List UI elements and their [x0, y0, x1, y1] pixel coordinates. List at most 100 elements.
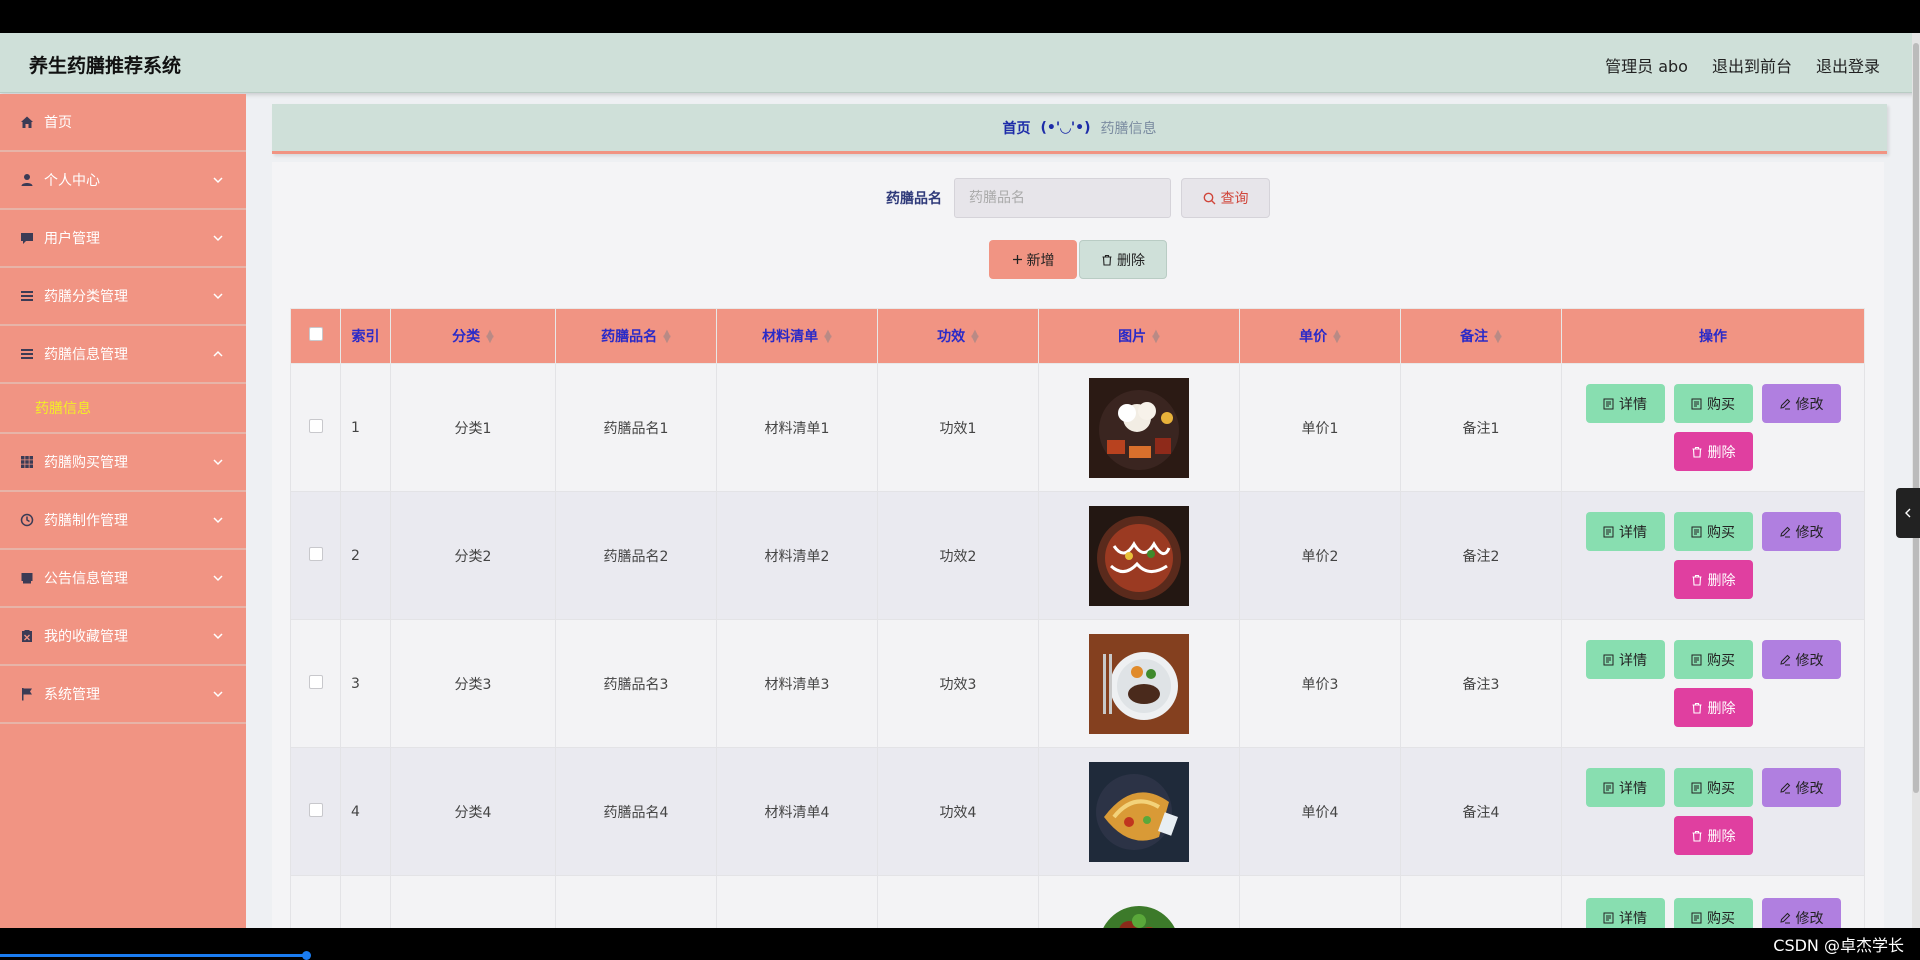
page-scrollbar[interactable] — [1912, 33, 1920, 928]
column-header-effect[interactable]: 功效 ▲ ▼ — [877, 308, 1039, 364]
video-progress-handle[interactable] — [302, 951, 311, 960]
add-button[interactable]: 新增 — [989, 240, 1077, 279]
column-header-label: 分类 — [452, 329, 481, 345]
sidebar-item-production-management[interactable]: 药膳制作管理 — [0, 492, 246, 550]
sidebar-subitem-info[interactable]: 药膳信息 — [0, 384, 246, 434]
food-image[interactable] — [1089, 886, 1189, 928]
remove-button[interactable]: 删除 — [1673, 688, 1753, 727]
sidebar-item-home[interactable]: 首页 — [0, 94, 246, 152]
pencil-icon — [1779, 782, 1790, 793]
sort-icon[interactable]: ▲ ▼ — [663, 329, 671, 345]
sidebar-item-label: 药膳购买管理 — [44, 455, 128, 471]
sort-icon[interactable]: ▲ ▼ — [824, 329, 832, 345]
sort-icon[interactable]: ▲ ▼ — [486, 329, 494, 345]
sidebar-item-system-management[interactable]: 系统管理 — [0, 666, 246, 724]
detail-button-label: 详情 — [1619, 780, 1647, 797]
sort-icon[interactable]: ▲ ▼ — [1152, 329, 1160, 345]
list-icon — [19, 288, 35, 304]
batch-delete-button[interactable]: 删除 — [1079, 240, 1167, 279]
content-panel: 药膳品名 查询 新增 删除 — [272, 162, 1884, 928]
search-label: 药膳品名 — [886, 191, 942, 207]
row-actions: 详情 购买 修改 删除 — [1578, 384, 1848, 471]
detail-button[interactable]: 详情 — [1585, 640, 1665, 679]
column-header-materials[interactable]: 材料清单 ▲ ▼ — [716, 308, 878, 364]
edit-button[interactable]: 修改 — [1761, 384, 1841, 423]
sidebar-item-info-management[interactable]: 药膳信息管理 — [0, 326, 246, 384]
back-to-front-link[interactable]: 退出到前台 — [1712, 53, 1792, 77]
scrollbar-thumb[interactable] — [1913, 43, 1919, 793]
document-icon — [1691, 912, 1702, 923]
food-image[interactable] — [1089, 377, 1189, 478]
buy-button[interactable]: 购买 — [1673, 898, 1753, 928]
row-checkbox[interactable] — [308, 418, 323, 433]
sort-icon[interactable]: ▲ ▼ — [1333, 329, 1341, 345]
detail-button[interactable]: 详情 — [1585, 898, 1665, 928]
food-image[interactable] — [1089, 633, 1189, 734]
buy-button[interactable]: 购买 — [1673, 640, 1753, 679]
effect-cell: 功效2 — [877, 491, 1039, 620]
admin-user-label[interactable]: 管理员 abo — [1605, 53, 1688, 77]
name-cell: 药膳品名2 — [555, 491, 717, 620]
video-progress-bar[interactable] — [0, 954, 306, 957]
edit-button[interactable]: 修改 — [1761, 768, 1841, 807]
sidebar-item-notice-management[interactable]: 公告信息管理 — [0, 550, 246, 608]
food-image[interactable] — [1089, 761, 1189, 862]
note-cell: 备注2 — [1400, 491, 1562, 620]
row-checkbox[interactable] — [308, 674, 323, 689]
breadcrumb-home[interactable]: 首页 — [1002, 118, 1030, 138]
query-button[interactable]: 查询 — [1181, 178, 1270, 218]
sidebar-item-purchase-management[interactable]: 药膳购买管理 — [0, 434, 246, 492]
note-cell: 备注1 — [1400, 363, 1562, 492]
column-header-image[interactable]: 图片 ▲ ▼ — [1038, 308, 1240, 364]
edit-button[interactable]: 修改 — [1761, 640, 1841, 679]
materials-cell: 材料清单4 — [716, 747, 878, 876]
buy-button[interactable]: 购买 — [1673, 512, 1753, 551]
food-image[interactable] — [1089, 505, 1189, 606]
buy-button[interactable]: 购买 — [1673, 384, 1753, 423]
row-checkbox[interactable] — [308, 546, 323, 561]
remove-button[interactable]: 删除 — [1673, 816, 1753, 855]
buy-button[interactable]: 购买 — [1673, 768, 1753, 807]
column-header-label: 图片 — [1118, 329, 1147, 345]
table-row: 3 分类3 药膳品名3 材料清单3 功效3 单价3 备注3 详情 购买 修改 删… — [290, 619, 1865, 748]
sidebar-item-label: 首页 — [44, 115, 72, 131]
chevron-down-icon — [213, 575, 223, 582]
category-cell: 分类1 — [390, 363, 556, 492]
index-cell: 1 — [340, 363, 391, 492]
select-all-checkbox[interactable] — [308, 327, 323, 341]
category-cell — [390, 875, 556, 928]
remove-button[interactable]: 删除 — [1673, 432, 1753, 471]
sidebar-item-category-management[interactable]: 药膳分类管理 — [0, 268, 246, 326]
column-header-note[interactable]: 备注 ▲ ▼ — [1400, 308, 1562, 364]
price-cell — [1239, 875, 1401, 928]
detail-button[interactable]: 详情 — [1585, 768, 1665, 807]
data-table: 索引 分类 ▲ ▼ 药膳品名 ▲ ▼ 材料清单 ▲ ▼ 功效 ▲ ▼ 图片 ▲ ▼ 单价 ▲ ▼ 备注 ▲… — [290, 308, 1865, 928]
remove-button-label: 删除 — [1707, 828, 1736, 845]
detail-button[interactable]: 详情 — [1585, 384, 1665, 423]
table-header-row: 索引 分类 ▲ ▼ 药膳品名 ▲ ▼ 材料清单 ▲ ▼ 功效 ▲ ▼ 图片 ▲ ▼ 单价 ▲ ▼ 备注 ▲… — [290, 308, 1865, 364]
column-header-category[interactable]: 分类 ▲ ▼ — [390, 308, 556, 364]
edit-button[interactable]: 修改 — [1761, 512, 1841, 551]
column-header-price[interactable]: 单价 ▲ ▼ — [1239, 308, 1401, 364]
logout-link[interactable]: 退出登录 — [1816, 53, 1880, 77]
sidebar-item-personal-center[interactable]: 个人中心 — [0, 152, 246, 210]
user-icon — [19, 172, 35, 188]
name-cell: 药膳品名4 — [555, 747, 717, 876]
edit-button-label: 修改 — [1795, 396, 1824, 413]
pencil-icon — [1779, 398, 1790, 409]
sort-icon[interactable]: ▲ ▼ — [971, 329, 979, 345]
row-checkbox[interactable] — [308, 802, 323, 817]
breadcrumb-current: 药膳信息 — [1100, 120, 1157, 137]
collapse-toggle[interactable] — [1896, 488, 1920, 538]
sort-icon[interactable]: ▲ ▼ — [1494, 329, 1502, 345]
column-header-name[interactable]: 药膳品名 ▲ ▼ — [555, 308, 717, 364]
sidebar-item-favorites-management[interactable]: 我的收藏管理 — [0, 608, 246, 666]
search-input[interactable] — [954, 178, 1171, 218]
search-icon — [1203, 192, 1215, 204]
remove-button[interactable]: 删除 — [1673, 560, 1753, 599]
sidebar-item-user-management[interactable]: 用户管理 — [0, 210, 246, 268]
edit-button[interactable]: 修改 — [1761, 898, 1841, 928]
image-cell — [1038, 363, 1240, 492]
detail-button[interactable]: 详情 — [1585, 512, 1665, 551]
clock-icon — [19, 512, 35, 528]
